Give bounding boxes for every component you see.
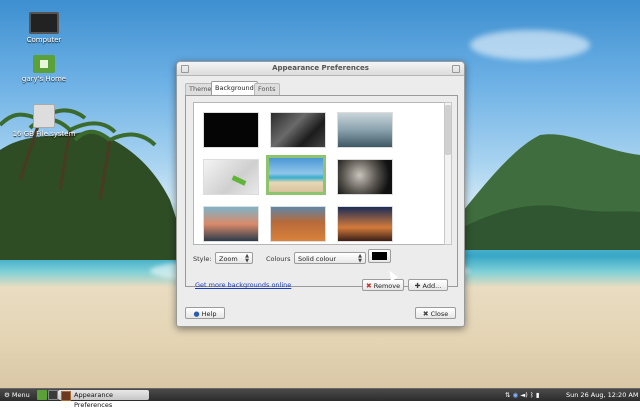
taskbar-window-button[interactable]: Appearance Preferences [58, 390, 149, 409]
colours-label: Colours [266, 255, 291, 263]
window-close-icon[interactable] [452, 65, 460, 73]
add-button-label: Add... [422, 282, 442, 290]
close-button-label: Close [430, 310, 449, 318]
remove-button[interactable]: ✖ Remove [362, 279, 404, 291]
terminal-icon[interactable] [48, 390, 58, 400]
desktop-icon-label: gary's Home [21, 75, 67, 83]
window-menu-icon[interactable] [181, 65, 189, 73]
show-desktop-icon[interactable] [37, 390, 47, 400]
get-more-backgrounds-link[interactable]: Get more backgrounds online [195, 281, 291, 289]
dialog-titlebar[interactable]: Appearance Preferences [177, 62, 464, 76]
desktop-icon-home[interactable]: gary's Home [9, 55, 79, 83]
desktop-icon-computer[interactable]: Computer [9, 12, 79, 44]
wallpaper-thumbnail[interactable] [337, 206, 393, 242]
battery-icon[interactable]: ▮ [536, 391, 540, 399]
wallpaper-thumbnail[interactable] [203, 112, 259, 148]
wallpaper-thumbnail-selected[interactable] [266, 155, 326, 195]
updown-arrow-icon: ▲ ▼ [358, 253, 362, 264]
menu-icon: ⚙ [4, 391, 10, 399]
background-panel: Style: Zoom ▲ ▼ Colours Solid colour ▲ ▼ [185, 95, 458, 287]
wallpaper-grid[interactable] [193, 102, 445, 245]
close-icon: ✖ [422, 310, 429, 318]
menu-button[interactable]: ⚙ Menu [4, 389, 30, 401]
style-select[interactable]: Zoom ▲ ▼ [215, 252, 253, 264]
help-button[interactable]: ● Help [185, 307, 225, 319]
colour-picker-button[interactable] [368, 249, 391, 263]
wallpaper-thumbnail[interactable] [270, 112, 326, 148]
dialog-title: Appearance Preferences [272, 64, 369, 72]
computer-icon [29, 12, 59, 34]
bluetooth-icon[interactable]: ᛒ [530, 391, 534, 399]
colours-select[interactable]: Solid colour ▲ ▼ [294, 252, 366, 264]
update-icon[interactable]: ◉ [513, 391, 519, 399]
desktop-icon-label: 16 GB File system [12, 130, 76, 138]
volume-icon[interactable]: ◄) [520, 391, 528, 399]
style-label: Style: [193, 255, 212, 263]
clock[interactable]: Sun 26 Aug, 12:20 AM [566, 389, 638, 401]
help-icon: ● [193, 310, 200, 318]
add-button[interactable]: ✚ Add... [408, 279, 448, 291]
wallpaper-mountain [440, 134, 640, 250]
desktop-icon-label: Computer [26, 36, 62, 44]
wallpaper-thumbnail[interactable] [337, 159, 393, 195]
remove-button-label: Remove [373, 282, 401, 290]
close-button[interactable]: ✖ Close [415, 307, 456, 319]
drive-icon [33, 104, 55, 128]
wallpaper-thumbnail[interactable] [203, 159, 259, 195]
taskbar: ⚙ Menu Appearance Preferences ⇅ ◉ ◄) ᛒ ▮… [0, 388, 640, 409]
tab-fonts[interactable]: Fonts [254, 83, 280, 95]
tab-background[interactable]: Background [211, 81, 258, 95]
desktop-icon-filesystem[interactable]: 16 GB File system [9, 104, 79, 138]
home-folder-icon [33, 55, 55, 73]
remove-icon: ✖ [365, 282, 372, 290]
help-button-label: Help [201, 310, 217, 318]
network-icon[interactable]: ⇅ [505, 391, 510, 399]
wallpaper-thumbnail[interactable] [337, 112, 393, 148]
wallpaper-cloud [470, 30, 590, 60]
colour-swatch [372, 252, 387, 260]
taskbar-window-label: Appearance Preferences [74, 391, 114, 409]
colours-select-value: Solid colour [298, 255, 337, 263]
updown-arrow-icon: ▲ ▼ [245, 253, 249, 264]
wallpaper-scrollbar[interactable] [444, 102, 452, 245]
wallpaper-thumbnail[interactable] [270, 206, 326, 242]
scrollbar-thumb[interactable] [445, 105, 451, 155]
style-select-value: Zoom [219, 255, 238, 263]
menu-label: Menu [11, 391, 30, 399]
wallpaper-palms [0, 108, 190, 260]
wallpaper-thumbnail[interactable] [203, 206, 259, 242]
system-tray: ⇅ ◉ ◄) ᛒ ▮ [505, 389, 539, 401]
add-icon: ✚ [414, 282, 421, 290]
appearance-preferences-dialog: Appearance Preferences Theme Background … [176, 61, 465, 327]
